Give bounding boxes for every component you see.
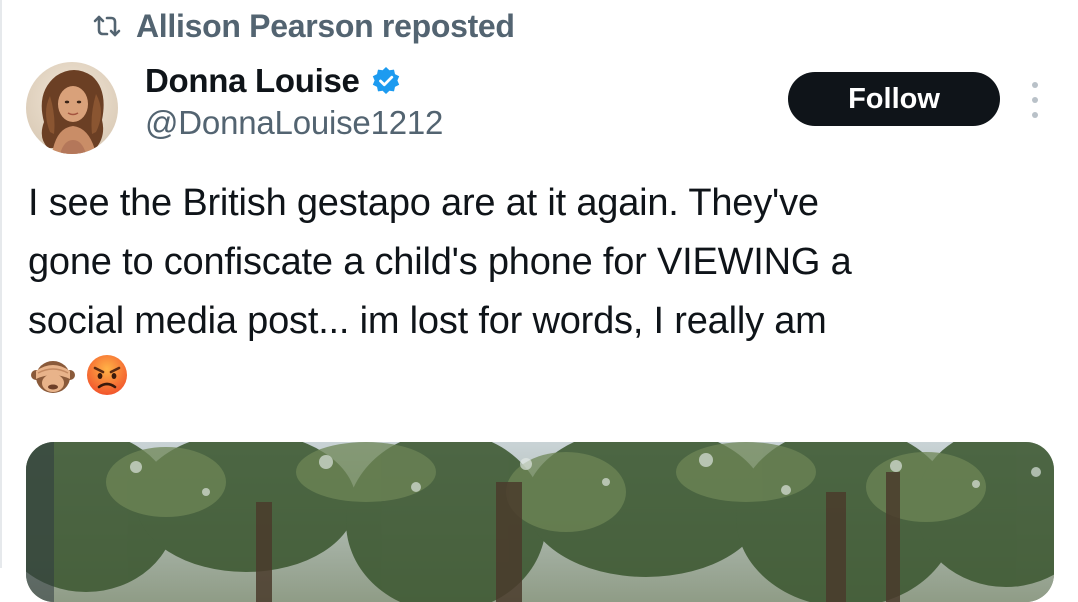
see-no-evil-monkey-emoji: [30, 353, 76, 397]
tweet-text: I see the British gestapo are at it agai…: [28, 182, 852, 342]
repost-label: Allison Pearson reposted: [136, 7, 515, 44]
more-vertical-icon[interactable]: [1026, 82, 1044, 118]
angry-face-emoji: [84, 353, 130, 397]
repost-icon: [92, 14, 122, 38]
repost-context[interactable]: Allison Pearson reposted: [92, 6, 515, 46]
tweet-emojis: [30, 350, 130, 400]
avatar[interactable]: [26, 62, 118, 154]
follow-button[interactable]: Follow: [788, 72, 1000, 126]
verified-badge-icon[interactable]: [370, 65, 402, 97]
more-dot: [1032, 97, 1038, 103]
more-dot: [1032, 112, 1038, 118]
more-dot: [1032, 82, 1038, 88]
display-name[interactable]: Donna Louise: [145, 62, 360, 100]
left-divider: [0, 0, 2, 568]
author-handle[interactable]: @DonnaLouise1212: [145, 104, 443, 142]
author-name-row[interactable]: Donna Louise: [145, 58, 402, 104]
tweet-media-image[interactable]: [26, 442, 1054, 602]
